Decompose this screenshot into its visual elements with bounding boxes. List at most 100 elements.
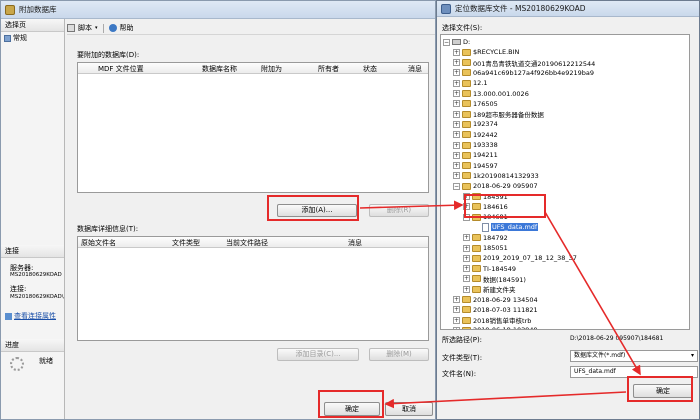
expand-icon[interactable]: + [453,162,460,170]
tree-item-label: 2018-06-29 134504 [473,295,538,304]
view-connection-properties[interactable]: 查看连接属性 [5,311,56,321]
script-button[interactable]: 脚本 [78,23,92,33]
expand-icon[interactable]: + [453,131,460,139]
folder-icon [462,162,471,170]
help-button[interactable]: 帮助 [120,23,134,33]
cancel-button[interactable]: 取消 [385,402,433,416]
tree-item-label: 176505 [473,99,498,108]
tree-folder[interactable]: + 新建文件夹 [463,284,516,294]
add-catalog-button[interactable]: 添加目录(C)... [277,348,359,361]
expand-icon[interactable]: + [463,203,470,211]
remove-file-button[interactable]: 删除(M) [369,348,429,361]
tree-folder[interactable]: − 184681 [463,212,508,222]
expand-icon[interactable]: + [453,90,460,97]
tree-item-label: 184591 [483,192,508,201]
folder-icon [472,213,481,221]
dropdown-arrow-icon[interactable]: ▾ [95,25,98,31]
expand-icon[interactable]: + [453,120,460,128]
database-details-grid[interactable]: 原始文件名 文件类型 当前文件路径 消息 [77,236,429,341]
collapse-icon[interactable]: − [453,182,460,190]
expand-icon[interactable]: + [453,326,460,329]
locate-ok-button[interactable]: 确定 [633,384,693,398]
help-icon [108,24,117,32]
expand-icon[interactable]: + [463,244,470,252]
select-file-label: 选择文件(S): [442,24,483,32]
attach-dialog-titlebar: 附加数据库 [1,1,435,19]
toolbar: 脚本 ▾ 帮助 [67,22,435,35]
file-tree[interactable]: − D: + $RECYCLE.BIN +001青岛青铁轨道交通2019061221… [440,34,690,330]
tree-folder[interactable]: + 数据(184591) [463,274,526,284]
tree-folder[interactable]: +193338 [453,140,498,150]
select-page-header: 选择页 [1,19,64,32]
collapse-icon[interactable]: − [463,213,470,221]
expand-icon[interactable]: + [453,110,460,118]
tree-item-label: 12.1 [473,79,488,88]
tree-folder[interactable]: +192442 [453,130,498,140]
page-icon [4,34,11,42]
tree-folder[interactable]: +13.000.001.0026 [453,89,529,99]
expand-icon[interactable]: + [453,172,460,180]
tree-folder[interactable]: +185051 [463,243,508,253]
tree-folder[interactable]: +06a941c69b127a4f926bb4e9219ba9 [453,68,594,78]
tree-folder[interactable]: +2018-06-29 134504 [453,295,538,305]
expand-icon[interactable]: + [453,306,460,314]
tree-item-label: UFS_data.mdf [491,223,539,232]
tree-folder[interactable]: +2018-07-03 111821 [453,305,538,315]
column-mdf-location: MDF 文件位置 [98,65,144,73]
expand-icon[interactable]: + [463,193,470,200]
tree-item-label: $RECYCLE.BIN [473,48,520,57]
file-type-select[interactable]: 数据库文件(*.mdf) ▾ [570,350,698,362]
tree-folder[interactable]: +12.1 [453,78,487,88]
folder-icon [472,234,481,242]
tree-folder[interactable]: +189超市服务器备份数据 [453,109,544,119]
remove-database-button[interactable]: 删除(R) [369,204,429,217]
tree-folder[interactable]: +2018销售单审核trb [453,315,531,325]
tree-folder[interactable]: +184792 [463,233,508,243]
page-item-general[interactable]: 常规 [1,32,64,44]
ok-button[interactable]: 确定 [324,402,380,416]
folder-icon [472,285,481,293]
tree-root[interactable]: − D: [443,37,470,47]
expand-icon[interactable]: + [463,265,470,273]
tree-item-label: 001青岛青铁轨道交通20190612212544 [473,59,596,68]
tree-folder[interactable]: +1k20190814132933 [453,171,539,181]
tree-file-selected[interactable]: UFS_data.mdf [473,222,539,232]
expand-icon[interactable]: + [453,100,460,108]
tree-folder[interactable]: +001青岛青铁轨道交通20190612212544 [453,58,595,68]
collapse-icon[interactable]: − [443,38,450,46]
tree-folder[interactable]: + TI-184549 [463,264,516,274]
tree-folder[interactable]: +194597 [453,161,498,171]
file-name-input[interactable]: UFS_data.mdf [570,366,698,378]
file-name-value: UFS_data.mdf [574,368,616,375]
expand-icon[interactable]: + [453,151,460,159]
attach-databases-grid[interactable]: MDF 文件位置 数据库名称 附加为 所有者 状态 消息 [77,62,429,193]
tree-item-label: 2019-06-18 103949 [473,326,538,329]
tree-folder[interactable]: +184616 [463,202,508,212]
expand-icon[interactable]: + [463,275,470,283]
expand-icon[interactable]: + [453,79,460,87]
expand-icon[interactable]: + [453,316,460,324]
tree-folder[interactable]: + $RECYCLE.BIN [453,47,519,57]
tree-folder[interactable]: +2019_2019_07_18_12_38_37 [463,253,577,263]
tree-item-label: 189超市服务器备份数据 [473,111,544,120]
expand-icon[interactable]: + [453,48,460,56]
expand-icon[interactable]: + [463,285,470,293]
tree-folder[interactable]: − 2018-06-29 095907 [453,181,538,191]
expand-icon[interactable]: + [463,234,470,242]
tree-folder[interactable]: +192374 [453,119,498,129]
tree-item-label: 192442 [473,130,498,139]
expand-icon[interactable]: + [453,69,460,77]
connection-value: MS20180629KOAD\A [10,294,64,300]
tree-folder[interactable]: +2019-06-18 103949 [453,325,538,329]
tree-folder[interactable]: +176505 [453,99,498,109]
expand-icon[interactable]: + [453,296,460,303]
folder-icon [462,316,471,324]
database-icon [5,4,15,15]
expand-icon[interactable]: + [453,59,460,67]
add-button[interactable]: 添加(A)... [277,204,357,217]
tree-folder[interactable]: +184591 [463,192,508,202]
connection-label: 连接: [10,285,27,293]
expand-icon[interactable]: + [453,141,460,149]
tree-folder[interactable]: +194211 [453,150,498,160]
expand-icon[interactable]: + [463,254,470,262]
